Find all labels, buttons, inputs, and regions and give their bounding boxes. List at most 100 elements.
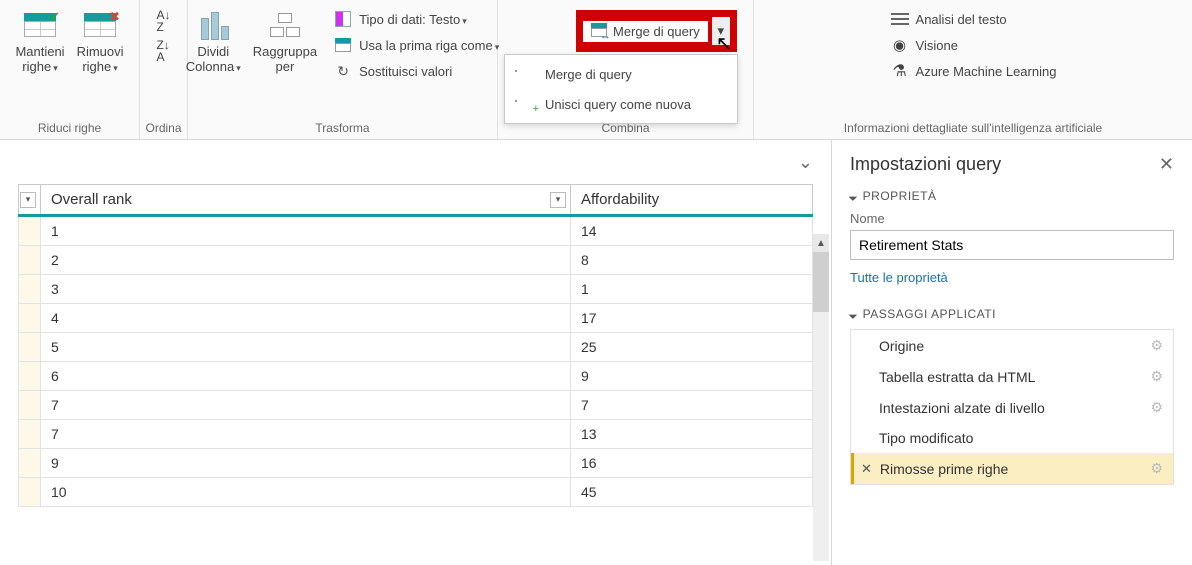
delete-step-icon[interactable]: ✕ — [861, 461, 872, 477]
gear-icon[interactable]: ⚙ — [1150, 460, 1163, 477]
row-index-cell — [19, 304, 41, 333]
table-row[interactable]: 77 — [19, 391, 813, 420]
group-reduce-rows: ✔ Mantienirighe ✖ Rimuovirighe Riduci ri… — [0, 0, 140, 139]
step-label: Tabella estratta da HTML — [879, 369, 1035, 385]
all-properties-link[interactable]: Tutte le proprietà — [850, 270, 948, 285]
row-index-cell — [19, 449, 41, 478]
replace-values-button[interactable]: ↻Sostituisci valori — [327, 58, 458, 84]
cell-affordability[interactable]: 25 — [571, 333, 813, 362]
query-name-input[interactable] — [850, 230, 1174, 260]
vertical-scrollbar[interactable]: ▲ — [813, 234, 829, 561]
cell-affordability[interactable]: 16 — [571, 449, 813, 478]
cell-overall-rank[interactable]: 9 — [41, 449, 571, 478]
split-column-button[interactable]: DividiColonna — [180, 6, 247, 78]
merge-icon: ↔ — [591, 23, 607, 40]
row-index-cell — [19, 391, 41, 420]
row-index-dropdown[interactable]: ▾ — [20, 192, 36, 208]
groupby-sub: per — [276, 59, 295, 74]
replace-label: Sostituisci valori — [359, 64, 452, 79]
panel-title: Impostazioni query — [850, 154, 1174, 175]
transform-group-label: Trasforma — [315, 117, 369, 137]
expand-formula-button[interactable]: ⌄ — [798, 152, 813, 173]
gear-icon[interactable]: ⚙ — [1150, 368, 1163, 385]
steps-header[interactable]: PASSAGGI APPLICATI — [850, 307, 1174, 321]
cell-overall-rank[interactable]: 6 — [41, 362, 571, 391]
keep-rows-label: Mantieni — [15, 44, 64, 59]
group-by-button[interactable]: Raggruppaper — [247, 6, 323, 76]
gear-icon[interactable]: ⚙ — [1150, 399, 1163, 416]
applied-steps-list: Origine⚙Tabella estratta da HTML⚙Intesta… — [850, 329, 1174, 485]
name-label: Nome — [850, 211, 1174, 226]
applied-step[interactable]: Origine⚙ — [851, 330, 1173, 361]
sort-asc-button[interactable]: A↓Z — [150, 6, 176, 36]
table-row[interactable]: 31 — [19, 275, 813, 304]
close-panel-button[interactable]: ✕ — [1159, 154, 1174, 175]
table-row[interactable]: 713 — [19, 420, 813, 449]
firstrow-label: Usa la prima riga come — [359, 38, 499, 53]
cell-affordability[interactable]: 8 — [571, 246, 813, 275]
table-row[interactable]: 1045 — [19, 478, 813, 507]
formula-bar: ⌄ — [0, 140, 831, 184]
row-index-cell — [19, 333, 41, 362]
table-row[interactable]: 114 — [19, 216, 813, 246]
merge-dropdown-toggle[interactable]: ▾ ↖ — [712, 17, 730, 45]
applied-step[interactable]: Tipo modificato — [851, 423, 1173, 453]
first-row-headers-button[interactable]: Usa la prima riga come — [327, 32, 505, 58]
remove-rows-sub: righe — [82, 59, 117, 74]
cell-affordability[interactable]: 7 — [571, 391, 813, 420]
cell-affordability[interactable]: 9 — [571, 362, 813, 391]
cell-overall-rank[interactable]: 3 — [41, 275, 571, 304]
table-row[interactable]: 916 — [19, 449, 813, 478]
aml-label: Azure Machine Learning — [916, 64, 1057, 79]
col-overall-rank-filter[interactable]: ▾ — [550, 192, 566, 208]
sort-desc-button[interactable]: Z↓A — [150, 36, 175, 66]
col-affordability-header[interactable]: Affordability — [571, 185, 813, 216]
merge-new-item-icon: + — [515, 95, 537, 113]
table-row[interactable]: 417 — [19, 304, 813, 333]
remove-rows-button[interactable]: ✖ Rimuovirighe — [71, 6, 130, 78]
cell-affordability[interactable]: 1 — [571, 275, 813, 304]
col-overall-rank-header[interactable]: Overall rank ▾ — [41, 185, 571, 216]
scroll-thumb[interactable] — [813, 252, 829, 312]
text-analytics-button[interactable]: Analisi del testo — [884, 6, 1013, 32]
properties-header[interactable]: PROPRIETÀ — [850, 189, 1174, 203]
gear-icon[interactable]: ⚙ — [1150, 337, 1163, 354]
aml-button[interactable]: ⚗Azure Machine Learning — [884, 58, 1063, 84]
cell-overall-rank[interactable]: 5 — [41, 333, 571, 362]
merge-label: Merge di query — [613, 24, 700, 39]
cell-overall-rank[interactable]: 1 — [41, 216, 571, 246]
merge-as-new-item[interactable]: + Unisci query come nuova — [505, 89, 737, 119]
vision-button[interactable]: ◉Visione — [884, 32, 964, 58]
scroll-up-arrow[interactable]: ▲ — [813, 234, 829, 252]
cell-affordability[interactable]: 17 — [571, 304, 813, 333]
applied-step[interactable]: ✕Rimosse prime righe⚙ — [851, 453, 1173, 484]
split-sub: Colonna — [186, 59, 241, 74]
cell-overall-rank[interactable]: 7 — [41, 391, 571, 420]
col-overall-rank-label: Overall rank — [51, 191, 132, 208]
merge-dropdown-menu: Merge di query + Unisci query come nuova — [504, 54, 738, 124]
row-index-cell — [19, 362, 41, 391]
cell-overall-rank[interactable]: 2 — [41, 246, 571, 275]
cell-affordability[interactable]: 13 — [571, 420, 813, 449]
groupby-label: Raggruppa — [253, 44, 317, 59]
row-index-header[interactable]: ▾ — [19, 185, 41, 216]
cell-affordability[interactable]: 45 — [571, 478, 813, 507]
data-type-button[interactable]: Tipo di dati: Testo — [327, 6, 473, 32]
reduce-group-label: Riduci righe — [38, 117, 101, 137]
split-label: Dividi — [197, 44, 229, 59]
table-row[interactable]: 69 — [19, 362, 813, 391]
cell-overall-rank[interactable]: 4 — [41, 304, 571, 333]
table-row[interactable]: 525 — [19, 333, 813, 362]
col-affordability-label: Affordability — [581, 191, 659, 208]
cell-overall-rank[interactable]: 10 — [41, 478, 571, 507]
applied-step[interactable]: Tabella estratta da HTML ⚙ — [851, 361, 1173, 392]
table-row[interactable]: 28 — [19, 246, 813, 275]
merge-queries-item[interactable]: Merge di query — [505, 59, 737, 89]
keep-rows-button[interactable]: ✔ Mantienirighe — [9, 6, 70, 78]
cell-overall-rank[interactable]: 7 — [41, 420, 571, 449]
cell-affordability[interactable]: 14 — [571, 216, 813, 246]
step-label: Tipo modificato — [879, 430, 973, 446]
merge-item-icon — [515, 65, 537, 83]
merge-queries-button[interactable]: ↔ Merge di query ▾ ↖ — [576, 10, 737, 52]
applied-step[interactable]: Intestazioni alzate di livello⚙ — [851, 392, 1173, 423]
